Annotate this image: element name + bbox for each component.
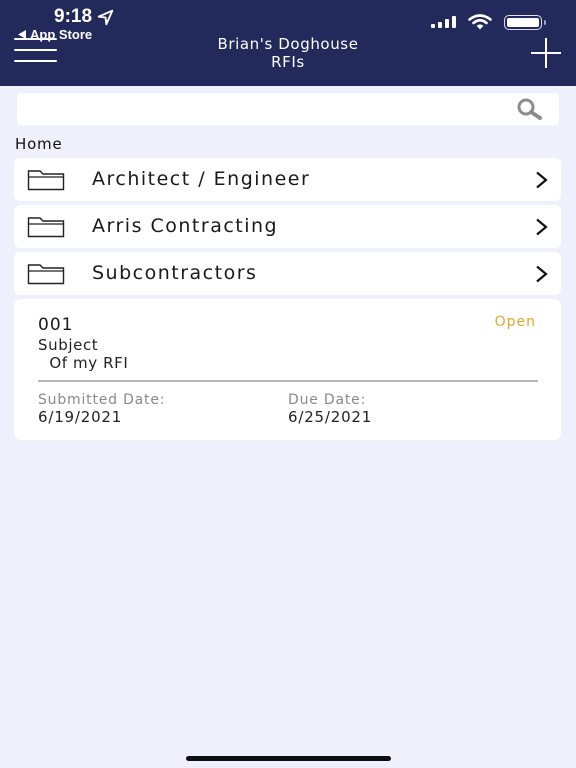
breadcrumb[interactable]: Home (15, 135, 63, 153)
hamburger-menu-icon[interactable] (14, 38, 57, 64)
home-indicator[interactable] (186, 756, 391, 761)
search-icon[interactable] (515, 98, 545, 120)
status-badge: Open (494, 314, 536, 330)
battery-icon (504, 14, 546, 30)
folder-icon (27, 170, 65, 191)
folder-label: Architect / Engineer (92, 168, 311, 190)
app-header: 9:18 App Store Brian's Doghouse RFIs (0, 0, 576, 86)
rfi-list-screen: 9:18 App Store Brian's Doghouse RFIs Hom… (0, 0, 576, 768)
folder-label: Arris Contracting (92, 215, 279, 237)
search-input[interactable] (17, 93, 497, 125)
folder-item-arris-contracting[interactable]: Arris Contracting (14, 205, 561, 248)
due-date: 6/25/2021 (288, 408, 373, 426)
folder-icon (27, 217, 65, 238)
status-time: 9:18 (54, 6, 114, 28)
rfi-number: 001 (38, 315, 74, 335)
plus-icon[interactable] (530, 38, 562, 68)
folder-item-subcontractors[interactable]: Subcontractors (14, 252, 561, 295)
folder-icon (27, 264, 65, 285)
search-bar (17, 93, 559, 125)
wifi-icon (468, 14, 492, 30)
due-date-label: Due Date: (288, 392, 367, 408)
submitted-date-label: Submitted Date: (38, 392, 166, 408)
divider (38, 380, 538, 382)
cellular-signal-icon (431, 16, 456, 28)
rfi-subject: Of my RFI (44, 354, 129, 372)
submitted-date: 6/19/2021 (38, 408, 123, 426)
page-title: RFIs (271, 53, 305, 71)
rfi-subject-label: Subject (38, 336, 99, 354)
chevron-right-icon (536, 218, 548, 236)
chevron-right-icon (536, 171, 548, 189)
status-time-text: 9:18 (54, 6, 93, 27)
rfi-card[interactable]: 001 Open Subject Of my RFI Submitted Dat… (14, 299, 561, 440)
folder-item-architect-engineer[interactable]: Architect / Engineer (14, 158, 561, 201)
status-indicators (431, 14, 546, 30)
folder-label: Subcontractors (92, 262, 258, 284)
chevron-right-icon (536, 265, 548, 283)
location-arrow-icon (97, 9, 114, 25)
